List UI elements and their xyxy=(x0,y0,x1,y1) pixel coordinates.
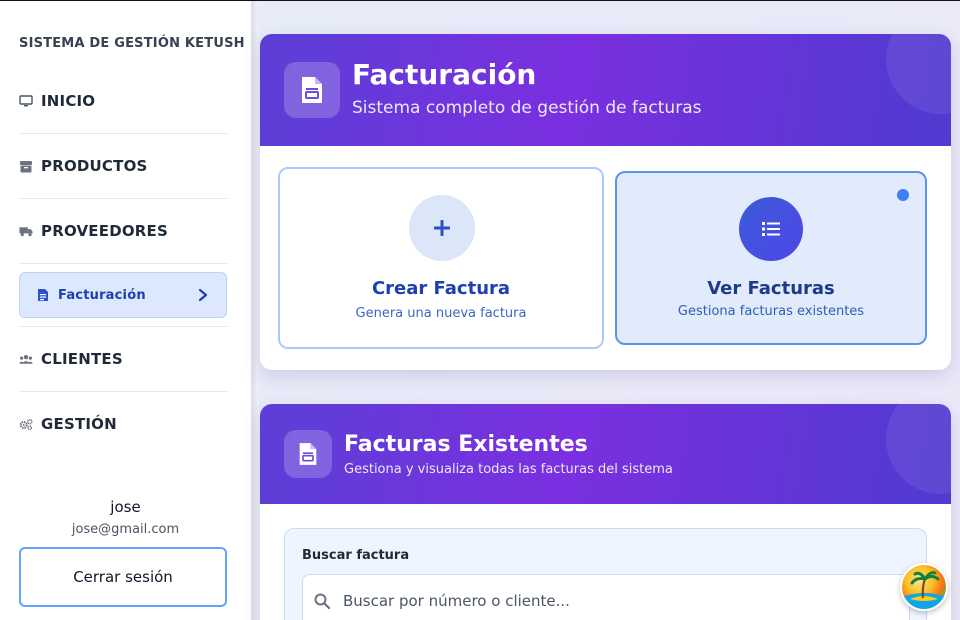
divider xyxy=(19,391,227,392)
user-email: jose@gmail.com xyxy=(71,522,180,537)
billing-header: Facturación Sistema completo de gestión … xyxy=(260,34,951,146)
gears-icon xyxy=(19,417,33,431)
document-icon xyxy=(36,288,50,302)
create-invoice-card[interactable]: Crear Factura Genera una nueva factura xyxy=(278,167,604,349)
sidebar-item-label: CLIENTES xyxy=(41,350,123,368)
search-icon xyxy=(313,592,331,614)
sidebar-item-productos[interactable]: PRODUCTOS xyxy=(19,143,227,189)
decorative-circle xyxy=(886,404,951,494)
truck-icon xyxy=(19,224,33,238)
page-title: Facturación xyxy=(352,58,537,91)
search-field[interactable] xyxy=(302,574,910,620)
view-invoices-card[interactable]: Ver Facturas Gestiona facturas existente… xyxy=(615,171,927,345)
monitor-icon xyxy=(19,94,33,108)
view-invoices-subtitle: Gestiona facturas existentes xyxy=(677,304,865,319)
sidebar-item-proveedores[interactable]: PROVEEDORES xyxy=(19,208,227,254)
invoice-icon xyxy=(284,62,340,118)
sidebar-item-gestion[interactable]: GESTIÓN xyxy=(19,401,227,447)
sidebar-item-label: Facturación xyxy=(58,287,146,303)
create-invoice-title: Crear Factura xyxy=(371,278,511,299)
selected-indicator xyxy=(897,189,909,201)
sidebar-item-clientes[interactable]: CLIENTES xyxy=(19,336,227,382)
billing-card: Facturación Sistema completo de gestión … xyxy=(260,34,951,370)
sidebar: SISTEMA DE GESTIÓN KETUSH INICIO PRODUCT… xyxy=(0,1,251,620)
island-icon xyxy=(902,571,946,609)
invoice-icon xyxy=(284,430,332,478)
section-title: Facturas Existentes xyxy=(344,432,588,457)
sidebar-item-facturacion[interactable]: Facturación xyxy=(19,272,227,318)
plus-icon xyxy=(409,195,475,261)
assistant-avatar[interactable] xyxy=(900,563,948,611)
logout-button[interactable]: Cerrar sesión xyxy=(19,547,227,607)
divider xyxy=(19,263,227,264)
divider xyxy=(19,133,227,134)
existing-invoices-header: Facturas Existentes Gestiona y visualiza… xyxy=(260,404,951,504)
view-invoices-title: Ver Facturas xyxy=(707,278,835,299)
page-subtitle: Sistema completo de gestión de facturas xyxy=(352,98,702,118)
divider xyxy=(19,198,227,199)
users-icon xyxy=(19,352,33,366)
divider xyxy=(19,326,227,327)
sidebar-item-label: PRODUCTOS xyxy=(41,157,148,175)
create-invoice-subtitle: Genera una nueva factura xyxy=(355,306,527,321)
brand-title: SISTEMA DE GESTIÓN KETUSH xyxy=(19,36,245,51)
search-input[interactable] xyxy=(343,575,903,620)
search-panel: Buscar factura xyxy=(284,528,927,620)
decorative-circle xyxy=(886,34,951,114)
sidebar-item-label: GESTIÓN xyxy=(41,415,117,433)
section-subtitle: Gestiona y visualiza todas las facturas … xyxy=(344,462,673,477)
sidebar-shadow xyxy=(251,1,259,620)
search-label: Buscar factura xyxy=(302,548,410,563)
existing-invoices-card: Facturas Existentes Gestiona y visualiza… xyxy=(260,404,951,620)
chevron-right-icon xyxy=(198,287,208,306)
sidebar-item-label: PROVEEDORES xyxy=(41,222,168,240)
box-icon xyxy=(19,159,33,173)
user-name: jose xyxy=(110,498,141,516)
sidebar-item-label: INICIO xyxy=(41,92,96,110)
sidebar-item-inicio[interactable]: INICIO xyxy=(19,78,227,124)
list-icon xyxy=(739,197,803,261)
